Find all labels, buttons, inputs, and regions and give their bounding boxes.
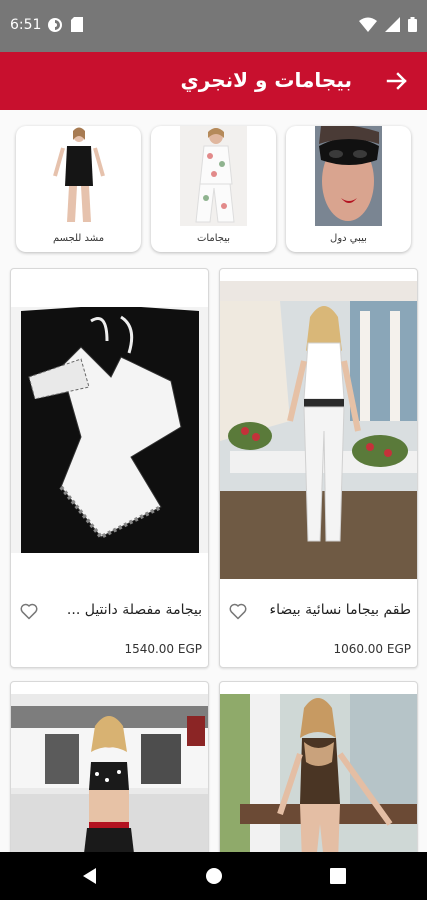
category-card-babydoll[interactable]: بيبي دول: [286, 126, 411, 252]
status-right-icons: [359, 17, 417, 32]
screen: 6:51 بيجامات و لانجري بيبي دول بيجامات م…: [0, 0, 427, 900]
category-image-shapewear: [45, 126, 112, 226]
category-label: بيبي دول: [330, 233, 367, 244]
status-time: 6:51: [10, 17, 42, 33]
app-bar: بيجامات و لانجري: [0, 52, 427, 110]
product-name: بيجامة مفصلة دانتيل ...: [66, 602, 202, 618]
home-circle-icon[interactable]: [204, 866, 224, 886]
page-title: بيجامات و لانجري: [180, 68, 352, 92]
status-bar: 6:51: [0, 0, 427, 52]
heart-icon[interactable]: [228, 601, 248, 621]
category-card-pajamas[interactable]: بيجامات: [151, 126, 276, 252]
product-name: طقم بيجاما نسائية بيضاء: [269, 602, 411, 618]
product-card[interactable]: [219, 681, 418, 861]
circle-status-icon: [48, 18, 62, 32]
category-strip: بيبي دول بيجامات مشد للجسم: [0, 110, 427, 266]
signal-icon: [385, 17, 400, 32]
category-label: مشد للجسم: [52, 233, 105, 244]
product-image: [11, 694, 208, 860]
battery-icon: [408, 17, 417, 32]
recents-square-icon[interactable]: [328, 866, 348, 886]
product-image: [11, 307, 208, 553]
category-image-babydoll: [315, 126, 382, 226]
product-card[interactable]: بيجامة مفصلة دانتيل ... 1540.00 EGP: [10, 268, 209, 668]
status-left-icons: [47, 17, 83, 33]
heart-icon[interactable]: [19, 601, 39, 621]
category-card-shapewear[interactable]: مشد للجسم: [16, 126, 141, 252]
category-image-pajamas: [180, 126, 247, 226]
product-price: 1540.00 EGP: [124, 642, 202, 656]
sd-card-icon: [71, 17, 83, 32]
product-image: [220, 694, 417, 860]
wifi-icon: [359, 17, 377, 32]
product-price: 1060.00 EGP: [333, 642, 411, 656]
product-card[interactable]: [10, 681, 209, 861]
product-image: [220, 281, 417, 579]
product-card[interactable]: طقم بيجاما نسائية بيضاء 1060.00 EGP: [219, 268, 418, 668]
system-nav-bar: [0, 852, 427, 900]
category-label: بيجامات: [196, 233, 231, 244]
arrow-right-icon[interactable]: [385, 69, 409, 93]
back-triangle-icon[interactable]: [80, 866, 100, 886]
